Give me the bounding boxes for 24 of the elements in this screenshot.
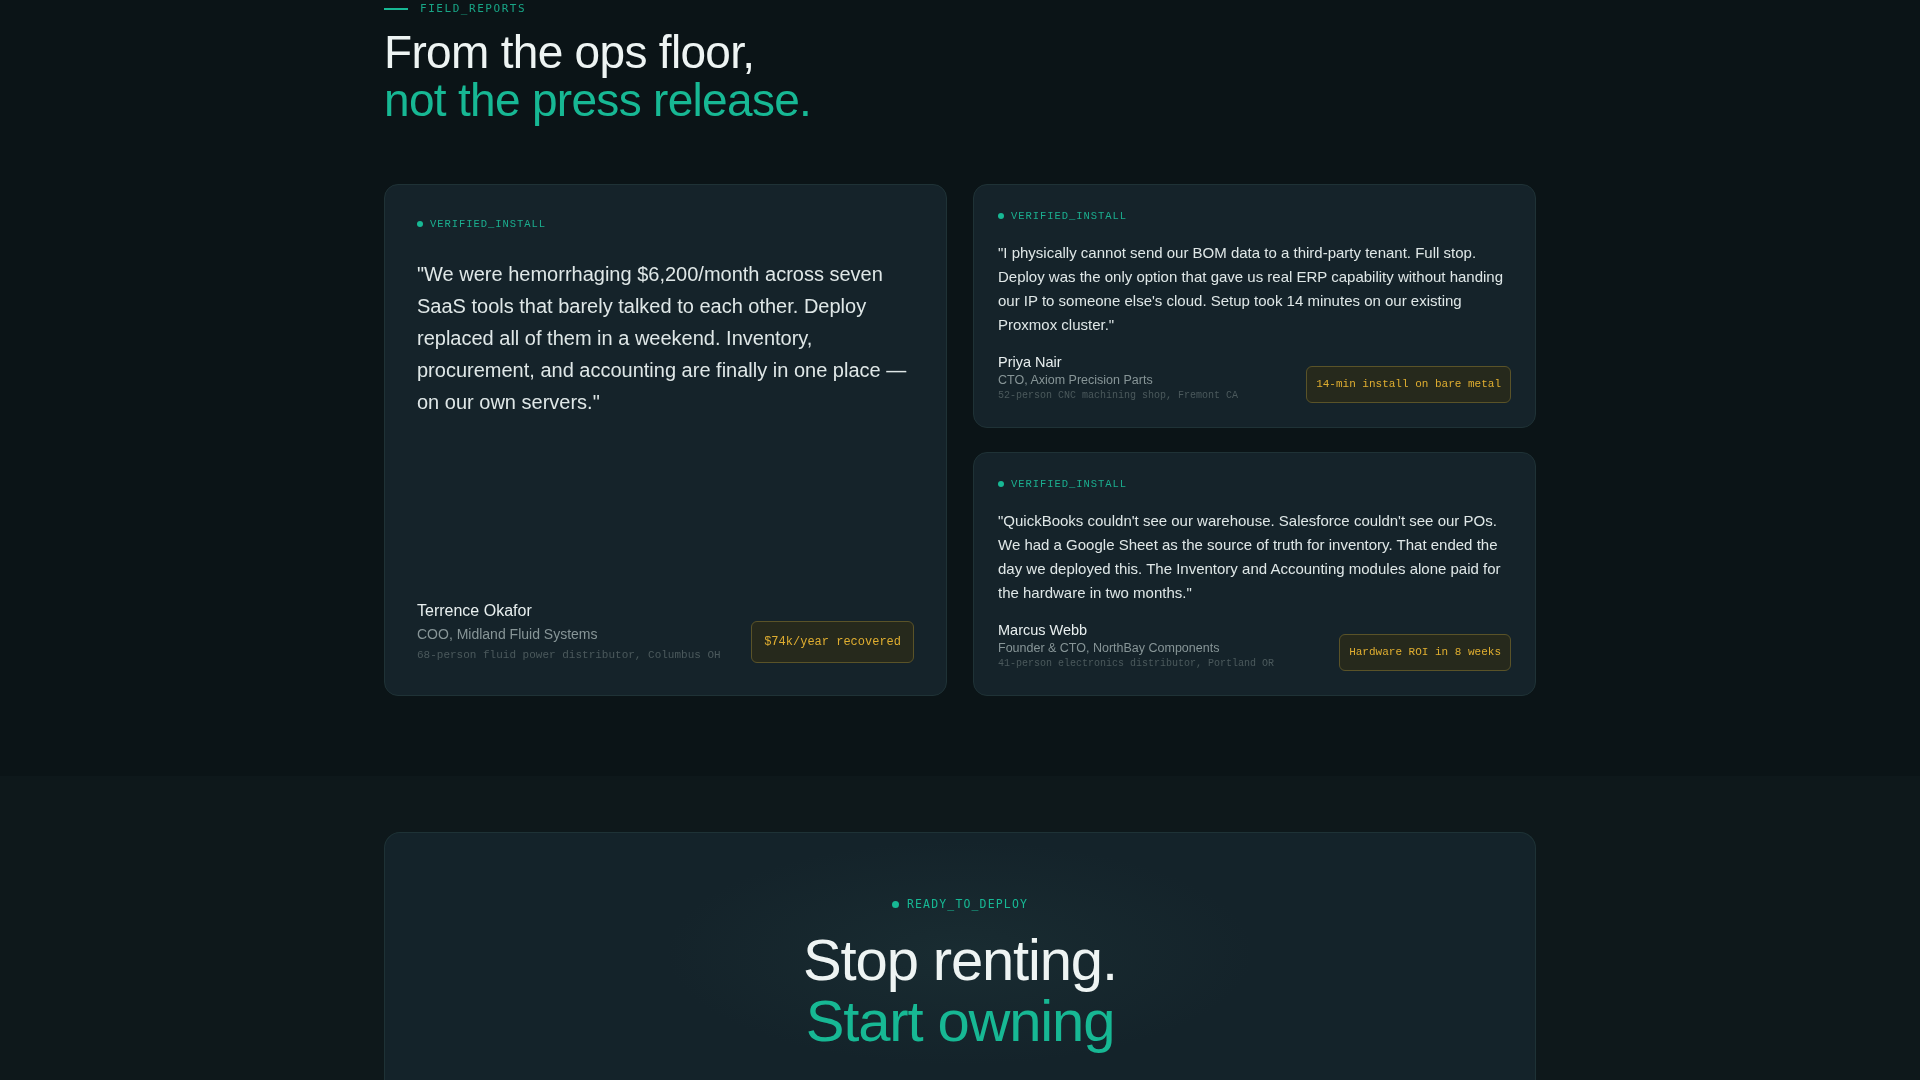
person-role: COO, Midland Fluid Systems — [417, 625, 598, 644]
quote-text: "I physically cannot send our BOM data to a third-party tenant. Full stop. Deploy was the only option that gave us real ERP capability without handing our IP to someone else's cloud. Setup took 14 minutes on our existing Proxmox cluster." — [998, 243, 1505, 335]
quote-text: "We were hemorrhaging $6,200/month across seven SaaS tools that barely talked to each other. Deploy replaced all of them in a weekend. Inventory, procurement, and accounting are finally in one place — on our own servers." — [417, 262, 908, 415]
status-dot-icon — [417, 221, 423, 227]
metric-badge: 14-min install on bare metal — [1306, 366, 1511, 403]
cta-headline: Stop renting. — [803, 929, 1117, 990]
headline: From the ops floor, — [384, 28, 755, 76]
person-role: Founder & CTO, NorthBay Components — [998, 640, 1220, 657]
status-dot-icon — [998, 481, 1004, 487]
metric-badge: $74k/year recovered — [751, 621, 914, 663]
dash-icon — [384, 8, 408, 10]
quote-text: "QuickBooks couldn't see our warehouse. Salesforce couldn't see our POs. We had a Google Sheet as the source of truth for inventory. That ended the day we deployed this. The Inventory and Accounting modules alone paid for the hardware in two months." — [998, 511, 1502, 603]
person-name: Terrence Okafor — [417, 601, 532, 621]
status-dot-icon — [891, 900, 899, 908]
metric-badge: Hardware ROI in 8 weeks — [1339, 634, 1511, 671]
person-name: Priya Nair — [998, 353, 1062, 371]
person-role: CTO, Axiom Precision Parts — [998, 372, 1153, 389]
verified-label: VERIFIED_INSTALL — [1011, 209, 1127, 223]
verified-label: VERIFIED_INSTALL — [1011, 477, 1127, 491]
person-name: Marcus Webb — [998, 621, 1088, 639]
status-dot-icon — [998, 213, 1004, 219]
cta-label: READY_TO_DEPLOY — [906, 897, 1029, 911]
section-label: FIELD_REPORTS — [420, 2, 527, 16]
verified-label: VERIFIED_INSTALL — [430, 217, 546, 231]
